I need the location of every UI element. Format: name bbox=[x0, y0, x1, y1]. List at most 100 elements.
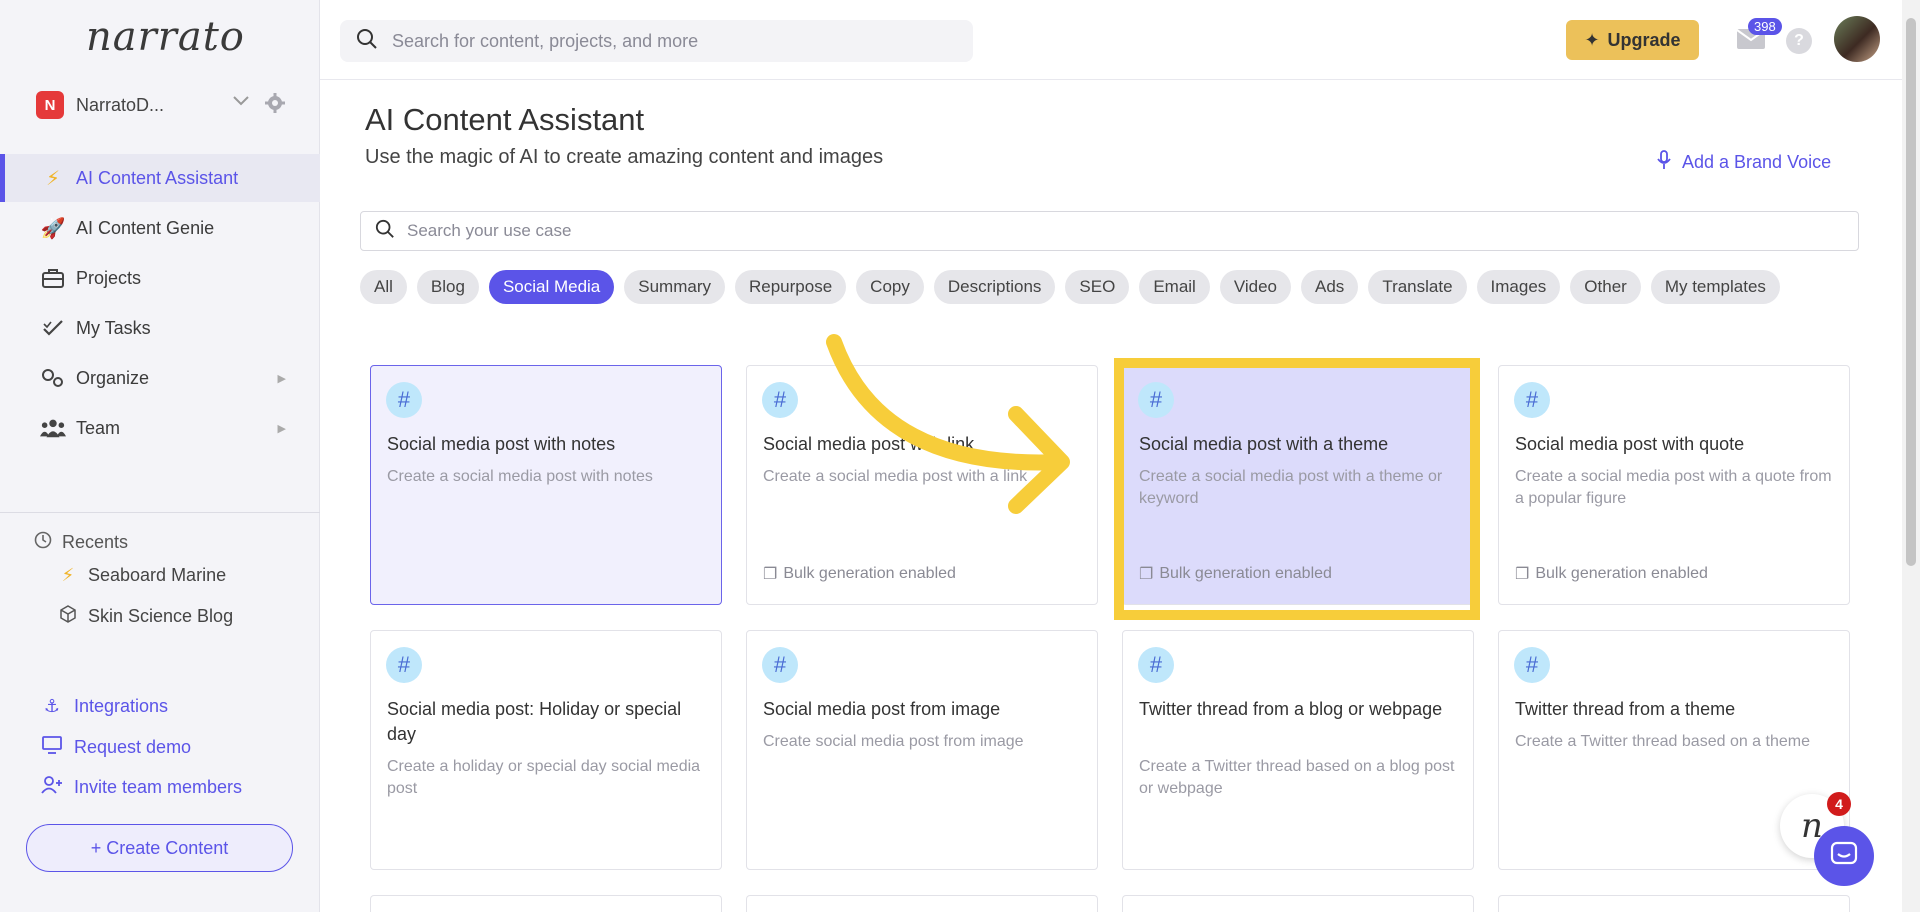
anchor-icon: ⚓ bbox=[43, 696, 61, 716]
integrations-link[interactable]: ⚓ Integrations bbox=[40, 696, 168, 717]
card-description: Create social media post from image bbox=[763, 733, 1024, 750]
upgrade-button[interactable]: ✦ Upgrade bbox=[1566, 20, 1699, 60]
filter-chip[interactable]: Blog bbox=[416, 270, 479, 304]
workspace-name: NarratoD... bbox=[76, 94, 165, 115]
recent-item-skin-science-blog[interactable]: Skin Science Blog bbox=[58, 605, 233, 628]
workspace-switcher[interactable]: N NarratoD... bbox=[36, 90, 296, 120]
create-content-button[interactable]: + Create Content bbox=[26, 824, 293, 872]
card-title: Twitter thread from a theme bbox=[1515, 699, 1736, 719]
recent-item-label: Seaboard Marine bbox=[88, 565, 227, 585]
sidebar-nav: ⚡ AI Content Assistant 🚀 AI Content Geni… bbox=[0, 154, 320, 454]
chevron-down-icon[interactable] bbox=[232, 94, 250, 112]
page-subtitle: Use the magic of AI to create amazing co… bbox=[365, 146, 884, 168]
scrollbar-thumb[interactable] bbox=[1906, 18, 1916, 566]
workspace-badge: N bbox=[36, 91, 64, 119]
highlight-frame bbox=[1114, 358, 1480, 620]
template-card[interactable]: # Social media post with notes Create a … bbox=[370, 365, 722, 605]
chat-icon bbox=[1830, 841, 1858, 872]
request-demo-link[interactable]: Request demo bbox=[40, 736, 191, 759]
add-user-icon bbox=[40, 776, 64, 799]
hashtag-icon: # bbox=[1138, 647, 1174, 683]
bulk-generation-label: ❐ Bulk generation enabled bbox=[1515, 564, 1708, 584]
search-placeholder: Search for content, projects, and more bbox=[392, 30, 699, 51]
invite-team-members-link[interactable]: Invite team members bbox=[40, 776, 242, 799]
sidebar-item-my-tasks[interactable]: My Tasks bbox=[0, 304, 320, 352]
expand-arrow-icon[interactable]: ▶ bbox=[278, 372, 286, 385]
bulk-text: Bulk generation enabled bbox=[783, 565, 956, 582]
filter-chip[interactable]: Video bbox=[1219, 270, 1292, 304]
scrollbar[interactable] bbox=[1902, 0, 1920, 912]
sidebar-item-label: AI Content Genie bbox=[76, 217, 215, 238]
chat-launcher-button[interactable] bbox=[1814, 826, 1874, 886]
sidebar-item-label: Organize bbox=[76, 367, 150, 388]
mail-count-badge: 398 bbox=[1748, 18, 1782, 35]
template-card-partial[interactable] bbox=[1122, 895, 1474, 912]
global-search-input[interactable]: Search for content, projects, and more bbox=[340, 20, 973, 62]
microphone-icon bbox=[1656, 150, 1672, 175]
filter-chip[interactable]: My templates bbox=[1650, 270, 1780, 304]
upgrade-label: Upgrade bbox=[1607, 29, 1681, 50]
sidebar-item-ai-content-assistant[interactable]: ⚡ AI Content Assistant bbox=[0, 154, 320, 202]
card-title: Social media post: Holiday or special da… bbox=[387, 699, 682, 744]
template-card-partial[interactable] bbox=[746, 895, 1098, 912]
usecase-placeholder: Search your use case bbox=[407, 221, 572, 240]
link-label: Request demo bbox=[74, 737, 192, 757]
top-bar: Search for content, projects, and more ✦… bbox=[320, 0, 1902, 80]
page-title: AI Content Assistant bbox=[365, 102, 645, 137]
recents-title: Recents bbox=[62, 532, 129, 552]
card-description: Create a Twitter thread based on a blog … bbox=[1139, 758, 1455, 797]
filter-chip[interactable]: Other bbox=[1570, 270, 1641, 304]
template-card[interactable]: # Social media post from image Create so… bbox=[746, 630, 1098, 870]
copy-icon: ❐ bbox=[763, 566, 778, 583]
help-icon[interactable]: ? bbox=[1786, 28, 1812, 54]
template-card[interactable]: # Social media post: Holiday or special … bbox=[370, 630, 722, 870]
filter-chip[interactable]: Summary bbox=[624, 270, 725, 304]
expand-arrow-icon[interactable]: ▶ bbox=[278, 422, 286, 435]
sidebar-item-projects[interactable]: Projects bbox=[0, 254, 320, 302]
sidebar-item-team[interactable]: Team ▶ bbox=[0, 404, 320, 452]
hashtag-icon: # bbox=[386, 382, 422, 418]
filter-chip[interactable]: All bbox=[360, 270, 407, 304]
filter-chip[interactable]: Descriptions bbox=[933, 270, 1056, 304]
card-title: Social media post from image bbox=[763, 699, 1001, 719]
sidebar-item-label: AI Content Assistant bbox=[76, 167, 239, 188]
recent-item-label: Skin Science Blog bbox=[88, 606, 234, 626]
briefcase-icon bbox=[40, 265, 66, 291]
hashtag-icon: # bbox=[762, 382, 798, 418]
template-card-partial[interactable] bbox=[370, 895, 722, 912]
lightning-icon: ⚡ bbox=[45, 167, 61, 190]
lightning-icon: ⚡ bbox=[61, 565, 75, 585]
filter-chip[interactable]: Images bbox=[1476, 270, 1561, 304]
hashtag-icon: # bbox=[1514, 382, 1550, 418]
sidebar-item-organize[interactable]: Organize ▶ bbox=[0, 354, 320, 402]
card-description: Create a holiday or special day social m… bbox=[387, 758, 701, 797]
filter-chip[interactable]: Ads bbox=[1301, 270, 1359, 304]
card-title: Social media post with quote bbox=[1515, 434, 1745, 454]
sidebar-item-ai-content-genie[interactable]: 🚀 AI Content Genie bbox=[0, 204, 320, 252]
template-card[interactable]: # Social media post with quote Create a … bbox=[1498, 365, 1850, 605]
template-card[interactable]: # Twitter thread from a blog or webpage … bbox=[1122, 630, 1474, 870]
sidebar-item-label: Projects bbox=[76, 267, 142, 288]
search-icon bbox=[375, 219, 395, 244]
template-card-partial[interactable] bbox=[1498, 895, 1850, 912]
filter-chip[interactable]: Repurpose bbox=[735, 270, 847, 304]
filter-chip-active[interactable]: Social Media bbox=[488, 270, 615, 304]
search-icon bbox=[356, 28, 378, 55]
gears-icon bbox=[40, 365, 66, 391]
filter-chip[interactable]: Copy bbox=[856, 270, 924, 304]
rocket-icon: 🚀 bbox=[40, 217, 66, 240]
recent-item-seaboard-marine[interactable]: ⚡ Seaboard Marine bbox=[58, 565, 226, 586]
bulk-generation-label: ❐ Bulk generation enabled bbox=[763, 564, 956, 584]
filter-chips: All Blog Social Media Summary Repurpose … bbox=[360, 270, 1780, 304]
card-title: Twitter thread from a blog or webpage bbox=[1139, 699, 1443, 719]
avatar[interactable] bbox=[1834, 16, 1880, 62]
add-brand-voice-link[interactable]: Add a Brand Voice bbox=[1656, 150, 1831, 175]
sidebar-item-label: My Tasks bbox=[76, 317, 151, 338]
filter-chip[interactable]: Email bbox=[1139, 270, 1210, 304]
bulk-text: Bulk generation enabled bbox=[1535, 565, 1708, 582]
usecase-search-input[interactable]: Search your use case bbox=[360, 211, 1859, 251]
narrato-logo[interactable]: narrato bbox=[86, 14, 245, 60]
gear-icon[interactable] bbox=[264, 92, 286, 114]
filter-chip[interactable]: Translate bbox=[1368, 270, 1467, 304]
filter-chip[interactable]: SEO bbox=[1065, 270, 1130, 304]
